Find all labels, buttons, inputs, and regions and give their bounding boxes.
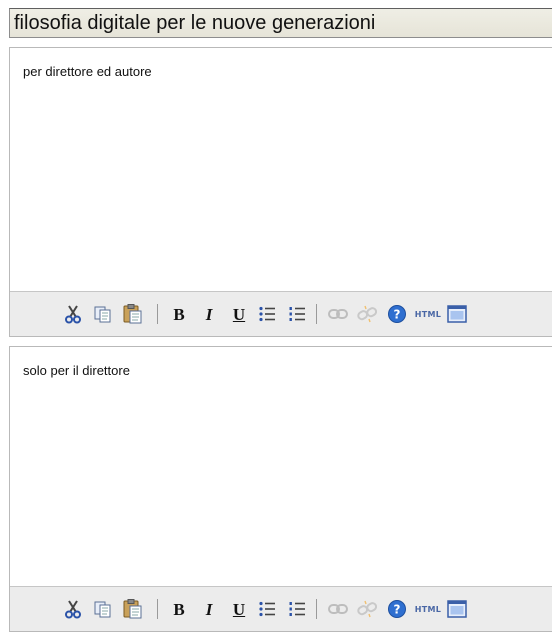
underline-button[interactable]: U bbox=[228, 292, 250, 336]
html-icon: HTML bbox=[414, 604, 442, 614]
italic-button[interactable]: I bbox=[198, 587, 220, 631]
numbered-list-button[interactable] bbox=[284, 587, 310, 631]
help-button[interactable]: ? bbox=[384, 292, 410, 336]
fullscreen-icon bbox=[447, 305, 467, 323]
copy-button[interactable] bbox=[90, 587, 116, 631]
copy-button[interactable] bbox=[90, 292, 116, 336]
title-input[interactable]: filosofia digitale per le nuove generazi… bbox=[9, 8, 552, 38]
link-button[interactable] bbox=[326, 292, 350, 336]
link-button[interactable] bbox=[326, 587, 350, 631]
editor-content[interactable]: solo per il direttore bbox=[10, 347, 552, 378]
cut-button[interactable] bbox=[60, 587, 86, 631]
bold-button[interactable]: B bbox=[168, 587, 190, 631]
underline-button[interactable]: U bbox=[228, 587, 250, 631]
editor-director[interactable]: solo per il direttore B I U ? HTML bbox=[9, 346, 552, 632]
html-icon: HTML bbox=[414, 309, 442, 319]
toolbar-separator bbox=[316, 304, 317, 324]
italic-icon: I bbox=[205, 304, 213, 324]
editor-content[interactable]: per direttore ed autore bbox=[10, 48, 552, 79]
unlink-button[interactable] bbox=[354, 587, 380, 631]
unlink-button[interactable] bbox=[354, 292, 380, 336]
html-button[interactable]: HTML bbox=[412, 587, 444, 631]
html-button[interactable]: HTML bbox=[412, 292, 444, 336]
unlink-icon bbox=[357, 599, 377, 619]
help-icon: ? bbox=[387, 599, 407, 619]
underline-icon: U bbox=[232, 599, 246, 619]
numbered-list-icon bbox=[288, 305, 306, 323]
scissors-icon bbox=[63, 304, 83, 324]
scissors-icon bbox=[63, 599, 83, 619]
bold-button[interactable]: B bbox=[168, 292, 190, 336]
underline-icon: U bbox=[232, 304, 246, 324]
bullet-list-button[interactable] bbox=[254, 292, 280, 336]
editor-toolbar: B I U ? HTML bbox=[10, 291, 552, 336]
fullscreen-button[interactable] bbox=[444, 292, 470, 336]
paste-icon bbox=[122, 598, 144, 620]
copy-icon bbox=[93, 304, 113, 324]
bullet-list-icon bbox=[258, 600, 276, 618]
toolbar-separator bbox=[157, 304, 158, 324]
numbered-list-icon bbox=[288, 600, 306, 618]
fullscreen-button[interactable] bbox=[444, 587, 470, 631]
bullet-list-icon bbox=[258, 305, 276, 323]
toolbar-separator bbox=[157, 599, 158, 619]
help-icon: ? bbox=[387, 304, 407, 324]
italic-icon: I bbox=[205, 599, 213, 619]
link-icon bbox=[328, 308, 348, 320]
editor-toolbar: B I U ? HTML bbox=[10, 586, 552, 631]
cut-button[interactable] bbox=[60, 292, 86, 336]
numbered-list-button[interactable] bbox=[284, 292, 310, 336]
bullet-list-button[interactable] bbox=[254, 587, 280, 631]
copy-icon bbox=[93, 599, 113, 619]
italic-button[interactable]: I bbox=[198, 292, 220, 336]
bold-icon: B bbox=[173, 304, 185, 324]
fullscreen-icon bbox=[447, 600, 467, 618]
help-button[interactable]: ? bbox=[384, 587, 410, 631]
toolbar-separator bbox=[316, 599, 317, 619]
paste-icon bbox=[122, 303, 144, 325]
paste-button[interactable] bbox=[118, 587, 148, 631]
svg-text:?: ? bbox=[394, 603, 401, 617]
editor-author[interactable]: per direttore ed autore B I U ? HTML bbox=[9, 47, 552, 337]
link-icon bbox=[328, 603, 348, 615]
svg-text:?: ? bbox=[394, 308, 401, 322]
bold-icon: B bbox=[173, 599, 185, 619]
unlink-icon bbox=[357, 304, 377, 324]
paste-button[interactable] bbox=[118, 292, 148, 336]
